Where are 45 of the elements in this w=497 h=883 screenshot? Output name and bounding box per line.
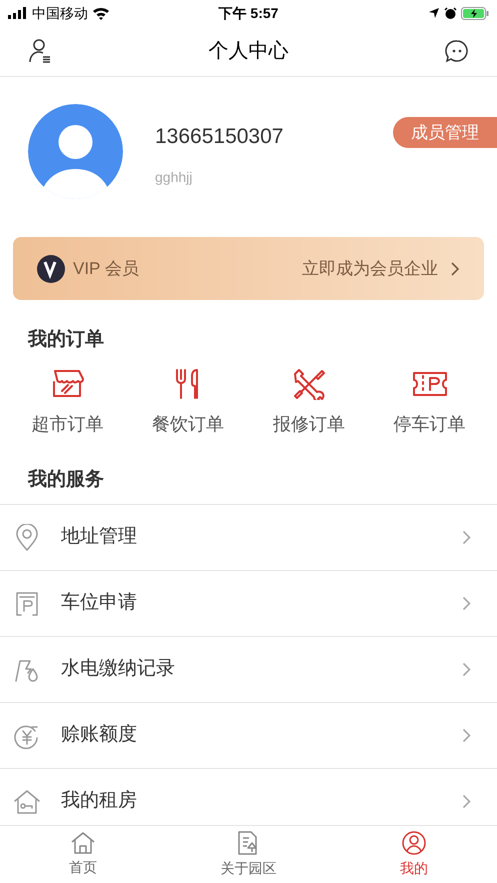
vip-banner[interactable]: VIP 会员 立即成为会员企业: [13, 237, 484, 300]
yen-coin-icon: [14, 722, 40, 748]
order-category-button[interactable]: 超市订单: [7, 366, 128, 438]
person-icon: [401, 830, 428, 856]
service-list-item[interactable]: 车位申请: [0, 571, 497, 637]
chevron-right-icon: [450, 260, 460, 276]
vip-logo-icon: [37, 254, 65, 282]
vip-action: 立即成为会员企业: [302, 258, 438, 280]
service-list-item[interactable]: 地址管理: [0, 505, 497, 571]
tab-bar-item[interactable]: 我的: [331, 826, 497, 883]
location-pin-icon: [15, 524, 39, 552]
order-category-button[interactable]: 报修订单: [248, 366, 370, 438]
house-key-icon: [13, 788, 41, 814]
service-list-item[interactable]: 水电缴纳记录: [0, 637, 497, 703]
section-title: 我的订单: [28, 329, 104, 350]
order-category-button[interactable]: 停车订单: [369, 366, 490, 438]
avatar-icon: [28, 104, 123, 199]
chat-bubble-icon[interactable]: [445, 39, 469, 63]
status-time: 下午 5:57: [218, 4, 278, 22]
chevron-right-icon: [462, 530, 471, 545]
parking-ticket-icon: [412, 370, 448, 396]
chevron-right-icon: [462, 662, 471, 677]
user-list-icon[interactable]: [28, 38, 52, 64]
section-title: 我的服务: [28, 468, 104, 490]
alarm-icon: [444, 6, 457, 20]
battery-icon: [460, 6, 489, 20]
storefront-icon: [50, 368, 84, 398]
parking-sign-icon: [15, 590, 39, 616]
service-list-item[interactable]: 赊账额度: [0, 703, 497, 769]
order-category-button[interactable]: 餐饮订单: [128, 366, 248, 438]
chevron-right-icon: [462, 728, 471, 743]
tab-bar-item[interactable]: 首页: [0, 826, 166, 883]
location-arrow-icon: [428, 7, 440, 19]
chevron-right-icon: [462, 596, 471, 611]
vip-label: VIP 会员: [73, 258, 139, 280]
tab-bar-item[interactable]: 关于园区: [166, 826, 332, 883]
carrier-name: 中国移动: [32, 4, 88, 22]
phone-number: 13665150307: [155, 124, 284, 150]
home-icon: [70, 831, 96, 855]
username: gghhjj: [155, 168, 194, 187]
signal-icon: [8, 7, 28, 19]
wifi-icon: [92, 6, 110, 20]
wrench-screwdriver-icon: [292, 368, 326, 400]
chevron-right-icon: [462, 794, 471, 809]
page-title: 个人中心: [208, 39, 288, 64]
